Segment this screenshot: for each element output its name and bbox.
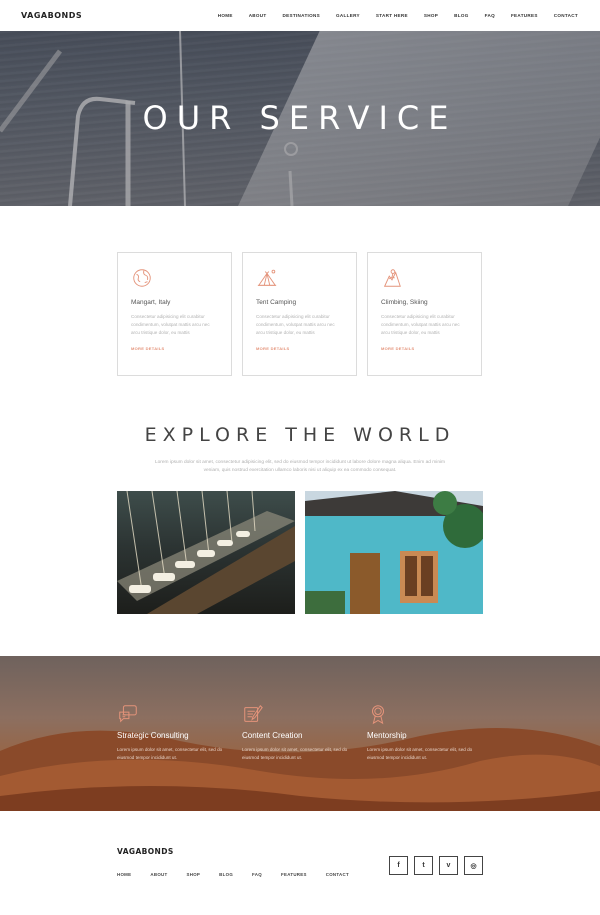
nav-link-destinations[interactable]: DESTINATIONS	[283, 13, 320, 18]
house-illustration	[305, 491, 483, 614]
feature-item: Content Creation Lorem ipsum dolor sit a…	[242, 703, 352, 762]
feature-description: Lorem ipsum dolor sit amet, consectetur …	[117, 747, 223, 760]
service-card: Mangart, Italy Consectetur adipisicing e…	[117, 252, 232, 376]
service-title: Tent Camping	[256, 299, 297, 306]
footer-link-contact[interactable]: CONTACT	[326, 872, 349, 877]
medal-icon	[371, 705, 385, 725]
service-card: Tent Camping Consectetur adipisicing eli…	[242, 252, 357, 376]
nav-link-faq[interactable]: FAQ	[485, 13, 495, 18]
more-details-link[interactable]: MORE DETAILS	[381, 346, 469, 351]
chat-icon	[119, 705, 137, 723]
service-description: Consectetur adipisicing elit curabitur c…	[256, 314, 335, 335]
footer-link-faq[interactable]: FAQ	[252, 872, 262, 877]
footer-link-blog[interactable]: BLOG	[219, 872, 233, 877]
footer-logo[interactable]: VAGABONDS	[117, 847, 174, 856]
twitter-icon[interactable]: t	[414, 856, 433, 875]
feature-item: Strategic Consulting Lorem ipsum dolor s…	[117, 703, 227, 762]
pen-icon	[244, 704, 263, 722]
facebook-icon[interactable]: f	[389, 856, 408, 875]
footer-link-features[interactable]: FEATURES	[281, 872, 307, 877]
nav-link-blog[interactable]: BLOG	[454, 13, 468, 18]
site-logo[interactable]: VAGABONDS	[21, 11, 82, 20]
main-nav: HOME ABOUT DESTINATIONS GALLERY START HE…	[202, 13, 578, 18]
nav-link-gallery[interactable]: GALLERY	[336, 13, 360, 18]
site-header: VAGABONDS HOME ABOUT DESTINATIONS GALLER…	[0, 0, 600, 31]
vimeo-icon[interactable]: v	[439, 856, 458, 875]
gallery-image-house[interactable]	[305, 491, 483, 614]
page-title: OUR SERVICE	[142, 99, 458, 137]
service-description: Consectetur adipisicing elit curabitur c…	[131, 314, 210, 335]
dock-illustration	[117, 491, 295, 614]
instagram-icon[interactable]: ◎	[464, 856, 483, 875]
feature-item: Mentorship Lorem ipsum dolor sit amet, c…	[367, 703, 477, 762]
footer-link-home[interactable]: HOME	[117, 872, 131, 877]
feature-title: Content Creation	[242, 731, 303, 740]
nav-link-home[interactable]: HOME	[218, 13, 233, 18]
feature-title: Mentorship	[367, 731, 407, 740]
service-cards: Mangart, Italy Consectetur adipisicing e…	[117, 252, 483, 376]
nav-link-features[interactable]: FEATURES	[511, 13, 538, 18]
section-description: Lorem ipsum dolor sit amet, consectetur …	[154, 460, 446, 473]
gallery-image-dock[interactable]	[117, 491, 295, 614]
more-details-link[interactable]: MORE DETAILS	[256, 346, 344, 351]
footer-link-about[interactable]: ABOUT	[150, 872, 167, 877]
tent-icon	[257, 269, 277, 286]
nav-link-about[interactable]: ABOUT	[249, 13, 267, 18]
hero-banner: OUR SERVICE	[0, 31, 600, 206]
climbing-icon	[383, 269, 401, 287]
footer-nav: HOME ABOUT SHOP BLOG FAQ FEATURES CONTAC…	[117, 872, 368, 877]
service-title: Mangart, Italy	[131, 299, 171, 306]
service-description: Consectetur adipisicing elit curabitur c…	[381, 314, 460, 335]
service-card: Climbing, Skiing Consectetur adipisicing…	[367, 252, 482, 376]
more-details-link[interactable]: MORE DETAILS	[131, 346, 219, 351]
footer-link-shop[interactable]: SHOP	[187, 872, 201, 877]
service-title: Climbing, Skiing	[381, 299, 428, 306]
social-links: f t v ◎	[389, 856, 483, 875]
nav-link-shop[interactable]: SHOP	[424, 13, 438, 18]
section-title: EXPLORE THE WORLD	[144, 424, 456, 446]
nav-link-start-here[interactable]: START HERE	[376, 13, 408, 18]
nav-link-contact[interactable]: CONTACT	[554, 13, 578, 18]
feature-description: Lorem ipsum dolor sit amet, consectetur …	[367, 747, 473, 760]
globe-icon	[133, 269, 151, 287]
feature-title: Strategic Consulting	[117, 731, 189, 740]
feature-description: Lorem ipsum dolor sit amet, consectetur …	[242, 747, 348, 760]
